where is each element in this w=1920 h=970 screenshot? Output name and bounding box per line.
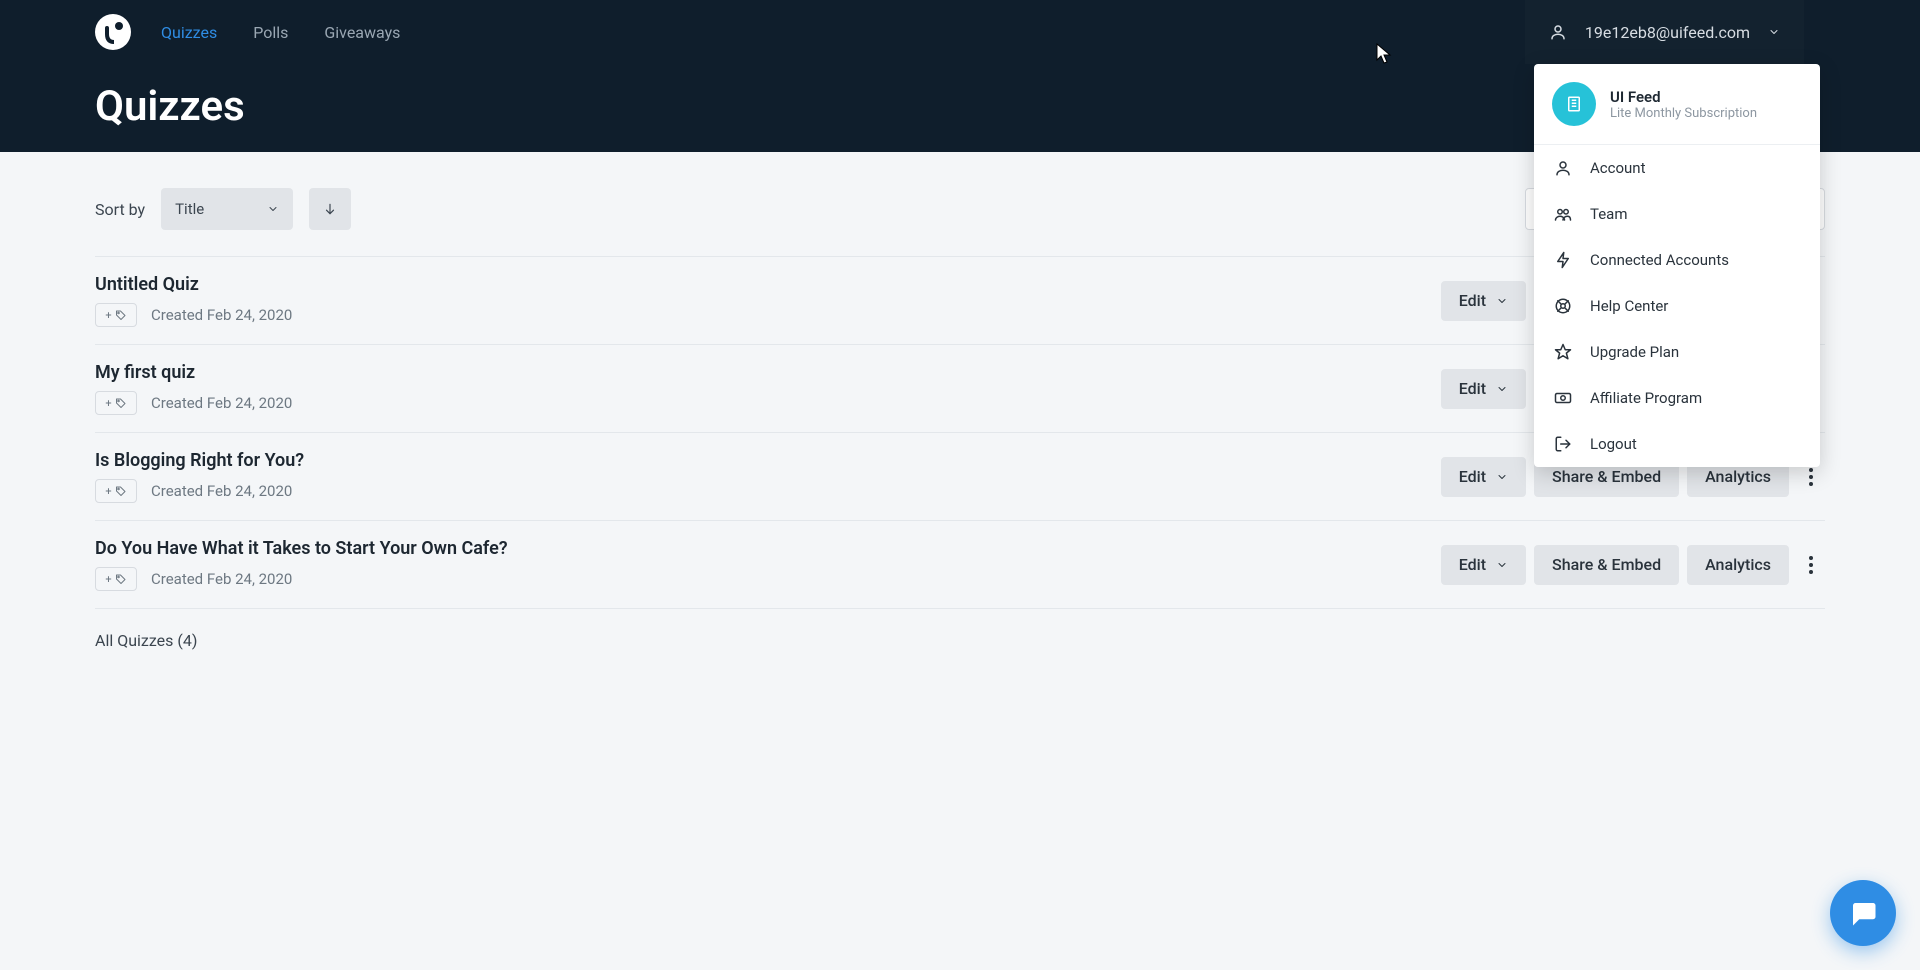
menu-item-upgrade[interactable]: Upgrade Plan [1534,329,1820,375]
quiz-created: Created Feb 24, 2020 [151,482,292,500]
chevron-down-icon [1496,471,1508,483]
quiz-created: Created Feb 24, 2020 [151,306,292,324]
sort-direction-button[interactable] [309,188,351,230]
analytics-button[interactable]: Analytics [1687,545,1789,585]
user-menu-trigger[interactable]: 19e12eb8@uifeed.com [1525,0,1804,64]
sort-value: Title [175,200,204,218]
header: Quizzes Polls Giveaways 19e12eb8@uifeed.… [0,0,1920,152]
menu-item-label: Connected Accounts [1590,251,1729,269]
quiz-title[interactable]: My first quiz [95,362,292,383]
money-icon [1554,389,1572,407]
bolt-icon [1554,251,1572,269]
quiz-title[interactable]: Do You Have What it Takes to Start Your … [95,538,508,559]
add-tag-button[interactable]: + [95,567,137,591]
menu-item-help[interactable]: Help Center [1534,283,1820,329]
menu-item-label: Team [1590,205,1628,223]
menu-item-account[interactable]: Account [1534,145,1820,191]
edit-button[interactable]: Edit [1441,369,1526,409]
add-tag-button[interactable]: + [95,303,137,327]
plus-icon: + [105,485,111,498]
list-footer: All Quizzes (4) [95,608,1825,672]
quiz-title[interactable]: Is Blogging Right for You? [95,450,304,471]
chat-widget[interactable] [1830,880,1896,946]
button-label: Analytics [1705,467,1771,486]
edit-button[interactable]: Edit [1441,281,1526,321]
menu-item-team[interactable]: Team [1534,191,1820,237]
menu-item-affiliate[interactable]: Affiliate Program [1534,375,1820,421]
menu-item-connected[interactable]: Connected Accounts [1534,237,1820,283]
org-name: UI Feed [1610,88,1757,106]
user-menu: UI Feed Lite Monthly Subscription Accoun… [1534,64,1820,467]
button-label: Edit [1459,291,1486,310]
button-label: Edit [1459,555,1486,574]
quiz-created: Created Feb 24, 2020 [151,570,292,588]
user-menu-header: UI Feed Lite Monthly Subscription [1534,64,1820,144]
button-label: Share & Embed [1552,467,1661,486]
sort-label: Sort by [95,200,145,219]
nav-links: Quizzes Polls Giveaways [161,23,400,42]
edit-button[interactable]: Edit [1441,545,1526,585]
user-email: 19e12eb8@uifeed.com [1585,23,1750,42]
dots-vertical-icon [1809,468,1813,486]
chevron-down-icon [1768,26,1780,38]
user-icon [1549,23,1567,41]
menu-item-label: Help Center [1590,297,1668,315]
dots-vertical-icon [1809,556,1813,574]
tag-icon [115,573,127,585]
sort-dropdown[interactable]: Title [161,188,293,230]
add-tag-button[interactable]: + [95,391,137,415]
nav-polls[interactable]: Polls [253,23,288,42]
quiz-created: Created Feb 24, 2020 [151,394,292,412]
button-label: Edit [1459,379,1486,398]
star-icon [1554,343,1572,361]
plus-icon: + [105,397,111,410]
chevron-down-icon [1496,383,1508,395]
user-icon [1554,159,1572,177]
quiz-title[interactable]: Untitled Quiz [95,274,292,295]
arrow-down-icon [323,202,337,216]
share-button[interactable]: Share & Embed [1534,545,1679,585]
menu-item-label: Affiliate Program [1590,389,1702,407]
menu-item-label: Account [1590,159,1646,177]
button-label: Share & Embed [1552,555,1661,574]
tag-icon [115,309,127,321]
chevron-down-icon [1496,295,1508,307]
tag-icon [115,397,127,409]
team-icon [1554,205,1572,223]
plus-icon: + [105,309,111,322]
menu-item-label: Logout [1590,435,1637,453]
tag-icon [115,485,127,497]
button-label: Edit [1459,467,1486,486]
chevron-down-icon [267,203,279,215]
quiz-row: Do You Have What it Takes to Start Your … [95,520,1825,608]
chat-icon [1848,898,1878,928]
add-tag-button[interactable]: + [95,479,137,503]
navbar: Quizzes Polls Giveaways 19e12eb8@uifeed.… [0,0,1920,64]
logo-icon [95,14,131,50]
edit-button[interactable]: Edit [1441,457,1526,497]
org-avatar [1552,82,1596,126]
button-label: Analytics [1705,555,1771,574]
row-more-button[interactable] [1797,545,1825,585]
nav-giveaways[interactable]: Giveaways [324,23,400,42]
lifebuoy-icon [1554,297,1572,315]
plus-icon: + [105,573,111,586]
nav-quizzes[interactable]: Quizzes [161,23,217,42]
org-plan: Lite Monthly Subscription [1610,106,1757,121]
menu-item-logout[interactable]: Logout [1534,421,1820,467]
chevron-down-icon [1496,559,1508,571]
logout-icon [1554,435,1572,453]
menu-item-label: Upgrade Plan [1590,343,1679,361]
